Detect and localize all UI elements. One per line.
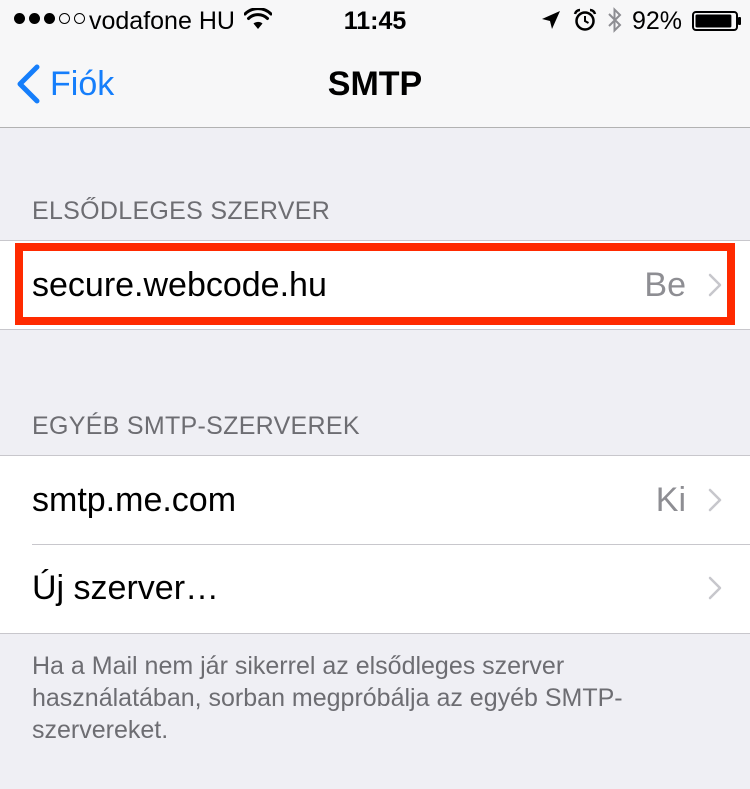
other-server-name: smtp.me.com	[32, 481, 237, 519]
other-servers-section-header: EGYÉB SMTP-SZERVEREK	[32, 412, 360, 440]
battery-icon	[692, 11, 741, 31]
chevron-right-icon	[708, 273, 722, 297]
battery-percent: 92%	[632, 7, 683, 35]
chevron-right-icon	[708, 576, 722, 600]
add-server-label: Új szerver…	[32, 569, 220, 607]
primary-server-group: secure.webcode.hu Be	[0, 240, 750, 330]
alarm-clock-icon	[573, 8, 597, 31]
primary-server-row[interactable]: secure.webcode.hu Be	[0, 241, 750, 329]
primary-server-section-header: ELSŐDLEGES SZERVER	[32, 197, 331, 225]
navigation-bar: Fiók SMTP	[0, 40, 750, 128]
bluetooth-icon	[608, 7, 622, 33]
other-servers-group: smtp.me.com Ki Új szerver…	[0, 455, 750, 634]
add-server-row[interactable]: Új szerver…	[0, 544, 750, 632]
primary-server-status: Be	[644, 266, 686, 304]
page-title: SMTP	[327, 65, 423, 103]
location-arrow-icon	[542, 11, 560, 29]
other-server-status: Ki	[655, 481, 686, 519]
section-footer-text: Ha a Mail nem jár sikerrel az elsődleges…	[32, 652, 623, 744]
chevron-right-icon	[708, 488, 722, 512]
status-bar: vodafone HU 11:45 92%	[0, 0, 750, 40]
primary-server-name: secure.webcode.hu	[32, 266, 327, 304]
other-server-row[interactable]: smtp.me.com Ki	[0, 456, 750, 544]
